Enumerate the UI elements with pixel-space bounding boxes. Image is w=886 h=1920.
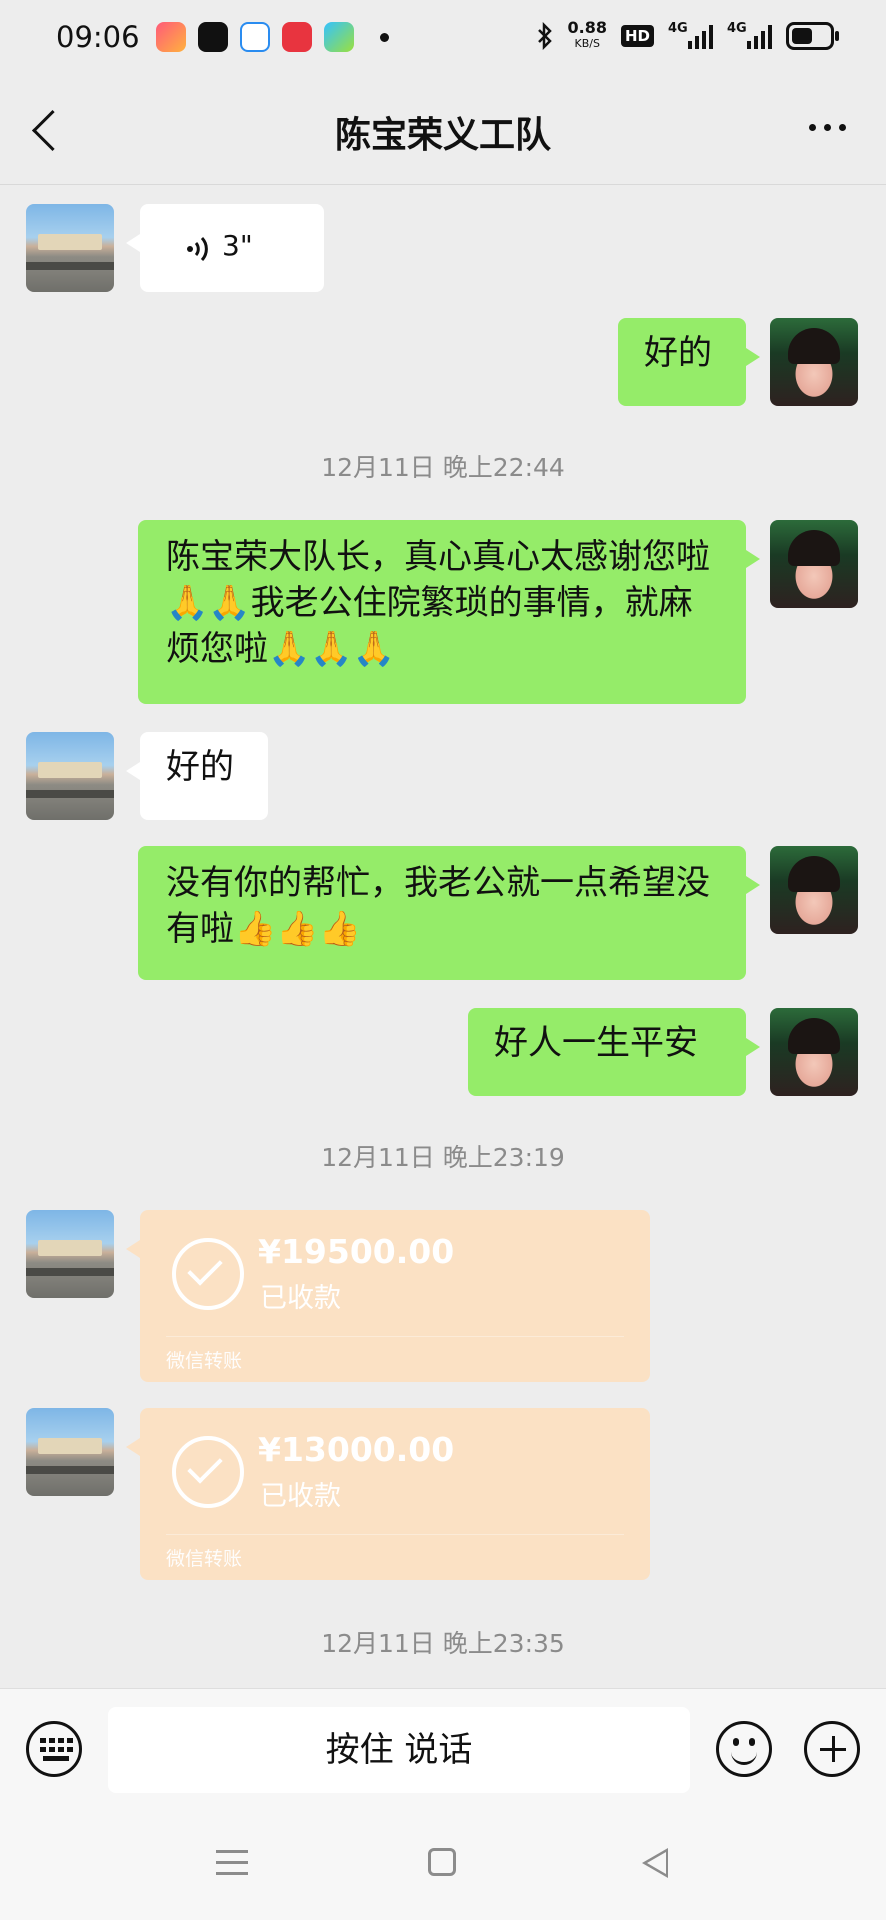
plus-icon[interactable] (804, 1721, 860, 1777)
transfer-label: 微信转账 (166, 1548, 243, 1570)
hold-to-talk-button[interactable]: 按住 说话 (108, 1707, 690, 1793)
browser-icon (240, 22, 270, 52)
transfer-divider (166, 1534, 624, 1535)
sent-message-bubble[interactable]: 好人一生平安 (468, 1008, 760, 1096)
emoji-icon[interactable] (716, 1721, 772, 1777)
received-message-bubble[interactable]: 好的 (126, 732, 268, 820)
group-avatar[interactable] (26, 204, 114, 292)
hd-badge: HD (620, 25, 654, 47)
network-type-1: 4G (668, 21, 688, 36)
message-timestamp: 12月11日 晚上23:35 (321, 1629, 565, 1658)
check-circle-icon (172, 1238, 244, 1310)
my-avatar[interactable] (770, 520, 858, 608)
video-app-icon (156, 22, 186, 52)
status-app-icons (156, 22, 389, 52)
sent-message-bubble[interactable]: 没有你的帮忙，我老公就一点希望没有啦👍👍👍 (138, 846, 760, 980)
network-type-2: 4G (727, 21, 747, 36)
message-text: 好人一生平安 (494, 1023, 698, 1063)
voice-icon (187, 236, 208, 262)
system-nav-bar (0, 1810, 886, 1920)
signal-icon-2: 4G (727, 21, 772, 49)
transfer-divider (166, 1336, 624, 1337)
message-text: 陈宝荣大队长，真心真心太感谢您啦🙏🙏我老公住院繁琐的事情，就麻烦您啦🙏🙏🙏 (166, 537, 710, 669)
more-dots-icon[interactable] (809, 124, 846, 131)
menu-icon[interactable] (216, 1850, 248, 1876)
group-avatar[interactable] (26, 1408, 114, 1496)
sent-message-bubble[interactable]: 陈宝荣大队长，真心真心太感谢您啦🙏🙏我老公住院繁琐的事情，就麻烦您啦🙏🙏🙏 (138, 520, 760, 704)
transfer-label: 微信转账 (166, 1350, 243, 1372)
transfer-card[interactable]: ¥13000.00 已收款 微信转账 (126, 1408, 650, 1580)
message-text: 好的 (166, 747, 234, 787)
keyboard-icon[interactable] (26, 1721, 82, 1777)
my-avatar[interactable] (770, 846, 858, 934)
voice-duration: 3" (222, 229, 253, 262)
status-time: 09:06 (56, 20, 140, 54)
battery-icon (786, 22, 839, 50)
bluetooth-icon (537, 22, 552, 50)
my-avatar[interactable] (770, 1008, 858, 1096)
header-divider (0, 184, 886, 185)
status-right: 0.88 KB/S HD 4G 4G (536, 20, 839, 52)
chat-title: 陈宝荣义工队 (334, 115, 551, 156)
transfer-status: 已收款 (260, 1283, 341, 1314)
chat-header: 陈宝荣义工队 (0, 80, 886, 180)
message-text: 没有你的帮忙，我老公就一点希望没有啦👍👍👍 (166, 863, 710, 949)
network-speed-value: 0.88 (567, 18, 607, 37)
voice-message-bubble[interactable]: 3" (126, 204, 324, 292)
transfer-card[interactable]: ¥19500.00 已收款 微信转账 (126, 1210, 650, 1382)
notification-dot-icon (380, 32, 389, 42)
status-bar: 09:06 0.88 KB/S HD 4G 4G (0, 0, 886, 78)
back-triangle-icon[interactable] (642, 1848, 668, 1878)
message-timestamp: 12月11日 晚上22:44 (321, 453, 565, 482)
home-icon[interactable] (428, 1848, 456, 1876)
input-bar: 按住 说话 (0, 1688, 886, 1811)
sent-message-bubble[interactable]: 好的 (618, 318, 760, 406)
my-avatar[interactable] (770, 318, 858, 406)
transfer-amount: ¥19500.00 (258, 1232, 455, 1271)
group-avatar[interactable] (26, 1210, 114, 1298)
transfer-amount: ¥13000.00 (258, 1430, 455, 1469)
group-avatar[interactable] (26, 732, 114, 820)
message-text: 好的 (644, 333, 712, 373)
tencent-video-icon (324, 22, 354, 52)
tiktok-icon (198, 22, 228, 52)
network-speed-unit: KB/S (574, 37, 600, 50)
check-circle-icon (172, 1436, 244, 1508)
transfer-status: 已收款 (260, 1481, 341, 1512)
message-timestamp: 12月11日 晚上23:19 (321, 1143, 565, 1172)
shopping-app-icon (282, 22, 312, 52)
network-speed: 0.88 KB/S (568, 20, 607, 52)
signal-icon-1: 4G (668, 21, 713, 49)
